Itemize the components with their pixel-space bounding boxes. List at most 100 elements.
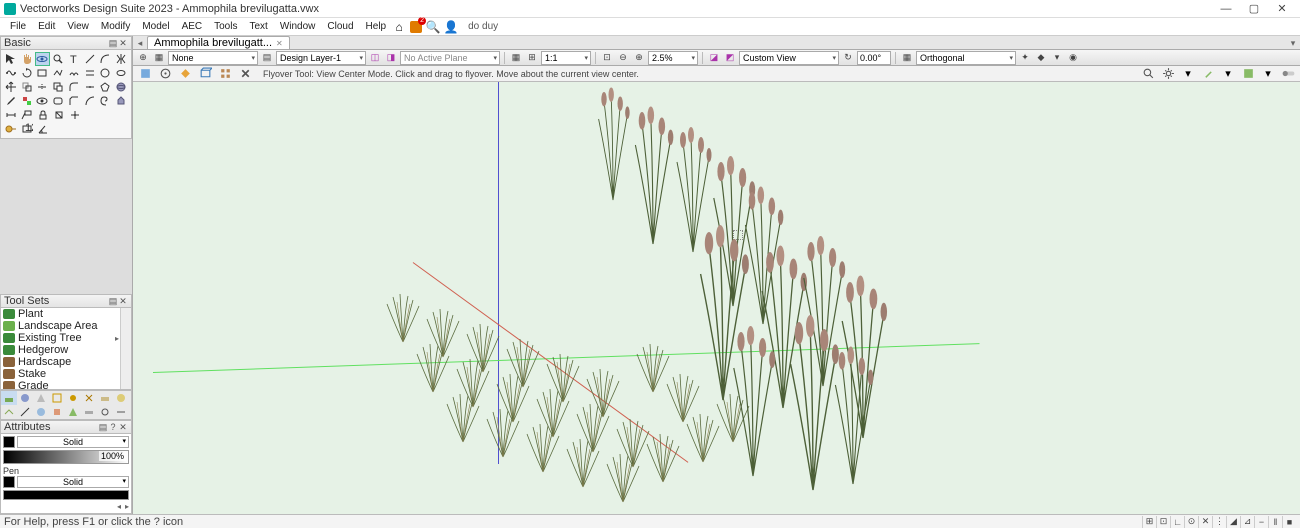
arc-tool[interactable] xyxy=(98,52,114,66)
notifications-icon[interactable] xyxy=(410,21,422,33)
ts-icon-3[interactable] xyxy=(33,391,49,405)
palette-menu-icon[interactable]: ▤ xyxy=(108,38,118,49)
chamfer-tool[interactable] xyxy=(66,94,82,108)
vb-extra-2[interactable]: ◆ xyxy=(1034,51,1048,65)
render-icon[interactable]: ▦ xyxy=(900,51,914,65)
fill-mode-select[interactable]: Solid xyxy=(17,436,129,448)
status-snap-5[interactable]: ✕ xyxy=(1198,516,1212,528)
ts-icon-4[interactable] xyxy=(49,391,65,405)
status-pause[interactable]: ‖ xyxy=(1268,516,1282,528)
view-cube-icon[interactable]: ◩ xyxy=(723,51,737,65)
tape-tool[interactable] xyxy=(3,122,19,136)
vp-gear-icon[interactable] xyxy=(1160,67,1176,81)
zoom-in-icon[interactable]: ⊕ xyxy=(632,51,646,65)
menu-text[interactable]: Text xyxy=(243,21,273,32)
pen-color-swatch[interactable] xyxy=(3,476,15,488)
user-icon[interactable]: 👤 xyxy=(444,20,458,34)
rotate-tool[interactable] xyxy=(19,66,35,80)
vp-brush-icon[interactable] xyxy=(1200,67,1216,81)
rectangle-tool[interactable] xyxy=(35,66,51,80)
pen-mode-select[interactable]: Solid xyxy=(17,476,129,488)
vb-extra-4[interactable]: ◉ xyxy=(1066,51,1080,65)
toolset-landscape-area[interactable]: Landscape Area xyxy=(1,320,131,332)
layer-icon[interactable]: ▤ xyxy=(260,51,274,65)
view-dropdown[interactable]: Custom View xyxy=(739,51,839,65)
rotate-icon[interactable]: ↻ xyxy=(841,51,855,65)
scale-dropdown[interactable]: 1:1 xyxy=(541,51,591,65)
fillet-tool[interactable] xyxy=(66,80,82,94)
viewport[interactable] xyxy=(133,82,1300,514)
status-snap-1[interactable]: ⊞ xyxy=(1142,516,1156,528)
zoom-dropdown[interactable]: 2.5% xyxy=(648,51,698,65)
tab-document[interactable]: Ammophila brevilugatt... ✕ xyxy=(147,36,290,49)
attr-arrow-left-icon[interactable]: ◂ xyxy=(117,502,121,511)
ts-icon-13[interactable] xyxy=(65,405,81,419)
ts-icon-15[interactable] xyxy=(97,405,113,419)
class-icon[interactable]: ▦ xyxy=(152,51,166,65)
vp-dd-2[interactable]: ▾ xyxy=(1220,67,1236,81)
number-stamp-tool[interactable]: 12 xyxy=(19,122,35,136)
ts-icon-16[interactable] xyxy=(113,405,129,419)
attributes-header[interactable]: Attributes ▤ ? ✕ xyxy=(0,420,132,434)
tab-close-icon[interactable]: ✕ xyxy=(276,39,283,48)
menu-file[interactable]: File xyxy=(4,21,32,32)
pan-tool[interactable] xyxy=(19,52,35,66)
dim-tool[interactable] xyxy=(3,108,19,122)
push-tool[interactable] xyxy=(113,94,129,108)
status-snap-7[interactable]: ◢ xyxy=(1226,516,1240,528)
text-tool[interactable]: T xyxy=(66,52,82,66)
search-icon[interactable]: 🔍 xyxy=(426,20,440,34)
attributes-close-icon[interactable]: ✕ xyxy=(118,422,128,433)
status-stop[interactable]: ■ xyxy=(1282,516,1296,528)
menu-help[interactable]: Help xyxy=(360,21,393,32)
polygon-tool[interactable] xyxy=(98,80,114,94)
tab-prev-button[interactable]: ◂ xyxy=(133,38,147,49)
ts-icon-1[interactable] xyxy=(1,391,17,405)
vp-toggle-icon[interactable] xyxy=(1280,67,1296,81)
opacity-slider[interactable]: 100% xyxy=(3,450,129,464)
callout-tool[interactable] xyxy=(19,108,35,122)
mode-6[interactable] xyxy=(237,67,253,81)
mode-2[interactable] xyxy=(157,67,173,81)
double-line-tool[interactable] xyxy=(82,66,98,80)
menu-aec[interactable]: AEC xyxy=(176,21,209,32)
vb-extra-1[interactable]: ✦ xyxy=(1018,51,1032,65)
fill-color-swatch[interactable] xyxy=(3,436,15,448)
freehand-tool[interactable] xyxy=(66,66,82,80)
ts-icon-11[interactable] xyxy=(33,405,49,419)
menu-cloud[interactable]: Cloud xyxy=(321,21,359,32)
toolset-plant[interactable]: Plant xyxy=(1,308,131,320)
maximize-button[interactable]: ▢ xyxy=(1240,2,1268,15)
mode-4[interactable] xyxy=(197,67,213,81)
attributes-menu-icon[interactable]: ▤ xyxy=(98,422,108,433)
zoom-out-icon[interactable]: ⊖ xyxy=(616,51,630,65)
attributes-help-icon[interactable]: ? xyxy=(108,422,118,432)
vp-dd-1[interactable]: ▾ xyxy=(1180,67,1196,81)
ts-icon-6[interactable] xyxy=(81,391,97,405)
toolset-hardscape[interactable]: Hardscape xyxy=(1,356,131,368)
zoom-fit-icon[interactable]: ⊡ xyxy=(600,51,614,65)
layer-dropdown[interactable]: Design Layer-1 xyxy=(276,51,366,65)
scale-icon[interactable]: ⊞ xyxy=(525,51,539,65)
toolset-hedgerow[interactable]: Hedgerow xyxy=(1,344,131,356)
angle-tool[interactable] xyxy=(35,122,51,136)
plane-dropdown[interactable]: No Active Plane xyxy=(400,51,500,65)
vp-shade-icon[interactable] xyxy=(1240,67,1256,81)
toolset-existing-tree[interactable]: Existing Tree▸ xyxy=(1,332,131,344)
circle-tool[interactable] xyxy=(98,66,114,80)
visibility-tool[interactable] xyxy=(35,94,51,108)
spiral-tool[interactable] xyxy=(98,94,114,108)
clip-tool[interactable] xyxy=(50,80,66,94)
saved-view-icon[interactable]: ▦ xyxy=(509,51,523,65)
plane-icon-2[interactable]: ◨ xyxy=(384,51,398,65)
zoom-tool[interactable] xyxy=(50,52,66,66)
minimize-button[interactable]: — xyxy=(1212,3,1240,15)
lock-tool[interactable] xyxy=(35,108,51,122)
render-dropdown[interactable]: Orthogonal xyxy=(916,51,1016,65)
connect-tool[interactable] xyxy=(82,80,98,94)
locus-tool[interactable] xyxy=(67,108,83,122)
menu-tools[interactable]: Tools xyxy=(208,21,243,32)
move-tool[interactable] xyxy=(3,80,19,94)
status-snap-6[interactable]: ⋮ xyxy=(1212,516,1226,528)
attribute-tool[interactable] xyxy=(19,94,35,108)
